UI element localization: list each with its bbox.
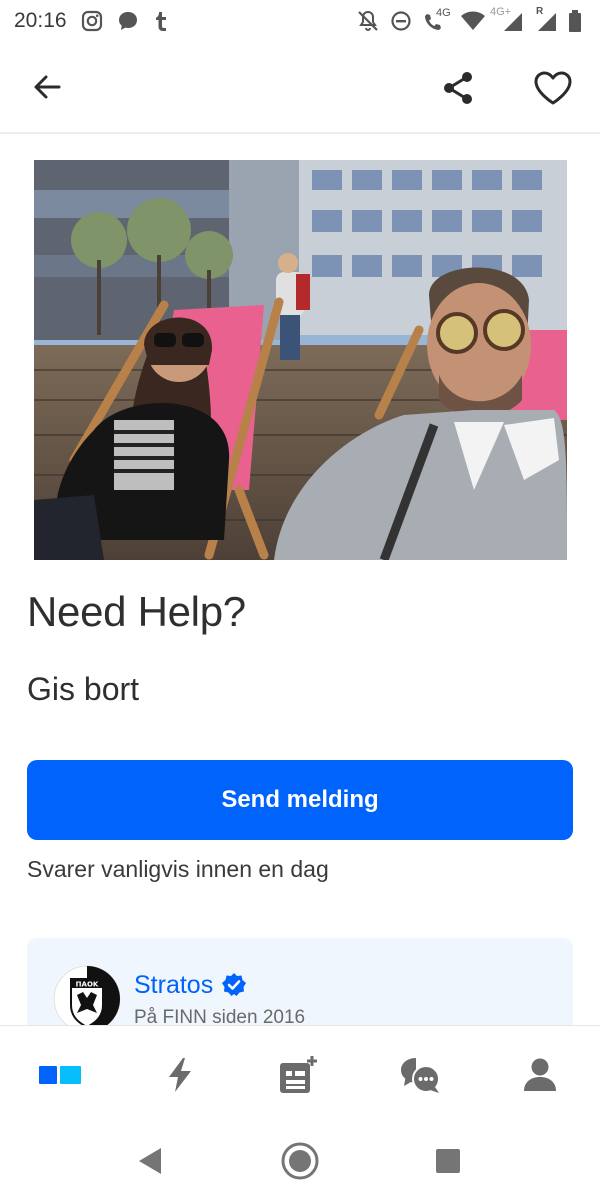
- status-right: 4G 4G+ R: [356, 6, 582, 33]
- home-icon: [39, 1066, 81, 1084]
- svg-text:ΠΑΟΚ: ΠΑΟΚ: [76, 981, 99, 989]
- profile-icon: [524, 1058, 556, 1091]
- system-recents-button[interactable]: [426, 1139, 470, 1183]
- system-navigation-bar: [0, 1123, 600, 1200]
- nav-notifications[interactable]: [150, 1052, 210, 1098]
- system-home-button[interactable]: [278, 1139, 322, 1183]
- signal-icon: 4G+: [490, 6, 524, 33]
- status-left: 20:16: [14, 9, 169, 33]
- listing-price: Gis bort: [27, 671, 140, 707]
- favorite-button[interactable]: [530, 66, 576, 110]
- verified-badge-icon: [222, 973, 246, 996]
- circle-home-icon: [281, 1142, 319, 1180]
- back-button[interactable]: [26, 66, 68, 108]
- back-arrow-icon: [34, 75, 61, 99]
- share-icon: [444, 72, 472, 104]
- system-back-button[interactable]: [128, 1139, 172, 1183]
- listing-photo-image: [34, 160, 567, 560]
- battery-icon: [568, 9, 582, 33]
- share-button[interactable]: [436, 66, 480, 110]
- nav-home[interactable]: [30, 1052, 90, 1098]
- wifi-calling-icon: 4G: [422, 7, 451, 33]
- seller-name[interactable]: Stratos: [134, 971, 213, 1000]
- bottom-navigation: [0, 1025, 600, 1123]
- tumblr-icon: [153, 10, 169, 32]
- nav-new-ad[interactable]: [268, 1052, 328, 1098]
- club-logo-icon: ΠΑΟΚ: [53, 965, 121, 1033]
- send-message-button[interactable]: Send melding: [27, 760, 573, 840]
- square-recents-icon: [436, 1149, 460, 1173]
- top-app-bar: [0, 42, 600, 134]
- wifi-icon: [460, 10, 486, 32]
- seller-card[interactable]: ΠΑΟΚ Stratos På FINN siden 2016: [27, 938, 573, 1038]
- reply-time-info: Svarer vanligvis innen en dag: [27, 856, 329, 882]
- listing-photo[interactable]: [34, 160, 567, 560]
- chat-bubble-icon: [117, 10, 139, 32]
- nav-profile[interactable]: [510, 1052, 570, 1098]
- signal-roaming-icon: R: [534, 6, 558, 33]
- new-ad-icon: [280, 1056, 317, 1093]
- bell-off-icon: [356, 9, 380, 33]
- triangle-back-icon: [139, 1148, 161, 1174]
- messages-icon: [401, 1058, 440, 1093]
- network-label: 4G: [436, 7, 451, 19]
- nav-messages[interactable]: [390, 1052, 450, 1098]
- listing-title: Need Help?: [27, 588, 246, 635]
- instagram-icon: [81, 10, 103, 32]
- lightning-icon: [169, 1058, 191, 1092]
- do-not-disturb-icon: [390, 10, 412, 32]
- avatar[interactable]: ΠΑΟΚ: [53, 965, 121, 1033]
- heart-icon: [534, 71, 572, 105]
- status-bar: 20:16 4G 4G+ R: [0, 0, 600, 42]
- status-time: 20:16: [14, 9, 67, 32]
